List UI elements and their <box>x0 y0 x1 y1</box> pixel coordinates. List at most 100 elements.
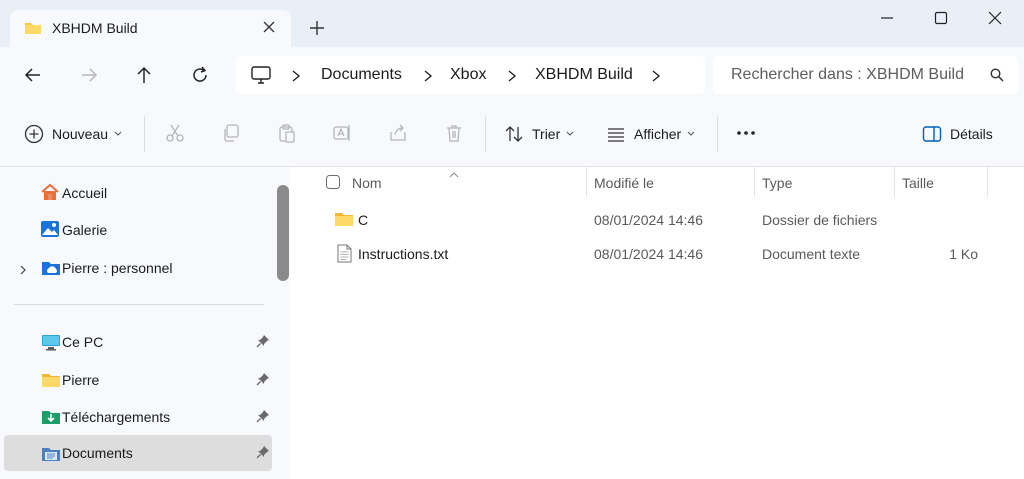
chevron-down-icon <box>566 131 574 136</box>
breadcrumb-xbhdm-build[interactable]: XBHDM Build <box>535 66 633 84</box>
toolbar-divider <box>144 116 145 152</box>
sidebar-item-label: Documents <box>62 445 133 461</box>
navigation-pane: Accueil Galerie Pierre : personnel Ce PC… <box>0 167 290 479</box>
back-arrow-icon[interactable] <box>22 64 44 86</box>
table-row[interactable]: C 08/01/2024 14:46 Dossier de fichiers <box>296 203 1024 237</box>
chevron-right-icon[interactable] <box>506 69 518 83</box>
folder-icon <box>41 372 61 393</box>
forward-arrow-icon[interactable] <box>78 64 100 86</box>
up-arrow-icon[interactable] <box>133 64 155 86</box>
delete-icon[interactable] <box>444 123 464 143</box>
breadcrumb-documents[interactable]: Documents <box>321 66 402 84</box>
chevron-right-icon[interactable] <box>650 69 662 83</box>
search-box[interactable]: Rechercher dans : XBHDM Build <box>713 56 1018 94</box>
file-modified: 08/01/2024 14:46 <box>594 212 703 228</box>
chevron-right-icon[interactable] <box>290 69 302 83</box>
chevron-down-icon <box>114 131 122 136</box>
view-list-icon <box>608 128 624 142</box>
new-tab-icon[interactable] <box>308 19 326 37</box>
column-header-name[interactable]: Nom <box>352 175 382 191</box>
column-header-size[interactable]: Taille <box>902 175 934 191</box>
sort-button-label: Trier <box>532 126 561 142</box>
chevron-right-icon[interactable] <box>19 262 27 280</box>
file-type: Dossier de fichiers <box>762 212 878 228</box>
file-modified: 08/01/2024 14:46 <box>594 246 703 262</box>
column-divider[interactable] <box>987 167 988 197</box>
sidebar-item-downloads[interactable]: Téléchargements <box>4 399 272 435</box>
toolbar-divider <box>717 116 718 152</box>
file-list: Nom Modifié le Type Taille C 08/01/2024 … <box>296 167 1024 479</box>
tab-title: XBHDM Build <box>52 20 138 36</box>
paste-icon[interactable] <box>277 123 297 143</box>
view-button-label: Afficher <box>634 126 682 142</box>
minimize-icon[interactable] <box>877 8 897 28</box>
search-input[interactable]: Rechercher dans : XBHDM Build <box>731 66 964 84</box>
pin-icon[interactable] <box>256 334 270 353</box>
sidebar-item-gallery[interactable]: Galerie <box>4 212 272 248</box>
sidebar-item-label: Téléchargements <box>62 409 171 425</box>
gallery-icon <box>40 220 60 243</box>
sort-button[interactable]: Trier <box>504 122 574 146</box>
details-button-label: Détails <box>950 126 993 142</box>
downloads-icon <box>41 409 61 430</box>
file-type: Document texte <box>762 246 861 262</box>
documents-icon <box>41 446 61 467</box>
sidebar-item-label: Ce PC <box>62 334 104 350</box>
search-icon[interactable] <box>990 68 1004 87</box>
column-header-type[interactable]: Type <box>762 175 792 191</box>
sidebar-item-label: Galerie <box>62 222 108 238</box>
folder-icon <box>334 211 354 232</box>
refresh-icon[interactable] <box>189 64 211 86</box>
tab-xbhdm-build[interactable]: XBHDM Build <box>10 10 291 47</box>
more-options-icon[interactable] <box>736 123 756 143</box>
close-tab-icon[interactable] <box>261 19 277 35</box>
maximize-icon[interactable] <box>931 8 951 28</box>
folder-icon <box>24 21 42 40</box>
file-name: Instructions.txt <box>358 246 449 262</box>
breadcrumb-xbox[interactable]: Xbox <box>450 66 486 84</box>
chevron-down-icon <box>687 131 695 136</box>
sidebar-item-label: Pierre : personnel <box>62 260 173 276</box>
column-header-modified[interactable]: Modifié le <box>594 175 654 191</box>
home-icon <box>40 183 60 206</box>
pin-icon[interactable] <box>256 409 270 428</box>
sort-ascending-icon <box>449 165 459 183</box>
title-bar: XBHDM Build <box>0 0 1024 47</box>
command-bar: Nouveau Trier Afficher Détails <box>0 102 1024 167</box>
sidebar-item-home[interactable]: Accueil <box>4 175 272 211</box>
sidebar-item-onedrive[interactable]: Pierre : personnel <box>4 250 272 286</box>
sidebar-item-label: Pierre <box>62 372 100 388</box>
rename-icon[interactable] <box>332 123 352 143</box>
toolbar-divider <box>485 116 486 152</box>
sidebar-item-pierre[interactable]: Pierre <box>4 362 272 398</box>
scrollbar-thumb[interactable] <box>277 185 289 281</box>
pin-icon[interactable] <box>256 372 270 391</box>
sidebar-item-label: Accueil <box>62 185 108 201</box>
pc-icon <box>41 334 61 356</box>
file-size: 1 Ko <box>949 246 978 262</box>
sidebar-item-this-pc[interactable]: Ce PC <box>4 324 272 360</box>
onedrive-folder-icon <box>41 260 61 281</box>
plus-circle-icon <box>24 124 44 144</box>
file-name: C <box>358 212 369 228</box>
sidebar-divider <box>14 304 264 305</box>
chevron-right-icon[interactable] <box>422 69 434 83</box>
column-divider[interactable] <box>894 167 895 197</box>
details-button[interactable]: Détails <box>922 122 993 146</box>
share-icon[interactable] <box>388 123 408 143</box>
new-button[interactable]: Nouveau <box>24 122 122 146</box>
copy-icon[interactable] <box>221 123 241 143</box>
address-bar[interactable]: Documents Xbox XBHDM Build <box>236 56 705 94</box>
pin-icon[interactable] <box>256 445 270 464</box>
select-all-checkbox[interactable] <box>326 175 340 194</box>
column-divider[interactable] <box>754 167 755 197</box>
view-button[interactable]: Afficher <box>606 122 695 146</box>
table-row[interactable]: Instructions.txt 08/01/2024 14:46 Docume… <box>296 237 1024 271</box>
text-file-icon <box>337 244 352 268</box>
sidebar-item-documents[interactable]: Documents <box>4 435 272 471</box>
column-divider[interactable] <box>586 167 587 197</box>
close-window-icon[interactable] <box>985 8 1005 28</box>
details-pane-icon <box>922 126 942 142</box>
computer-icon[interactable] <box>250 65 272 90</box>
cut-icon[interactable] <box>165 123 185 143</box>
